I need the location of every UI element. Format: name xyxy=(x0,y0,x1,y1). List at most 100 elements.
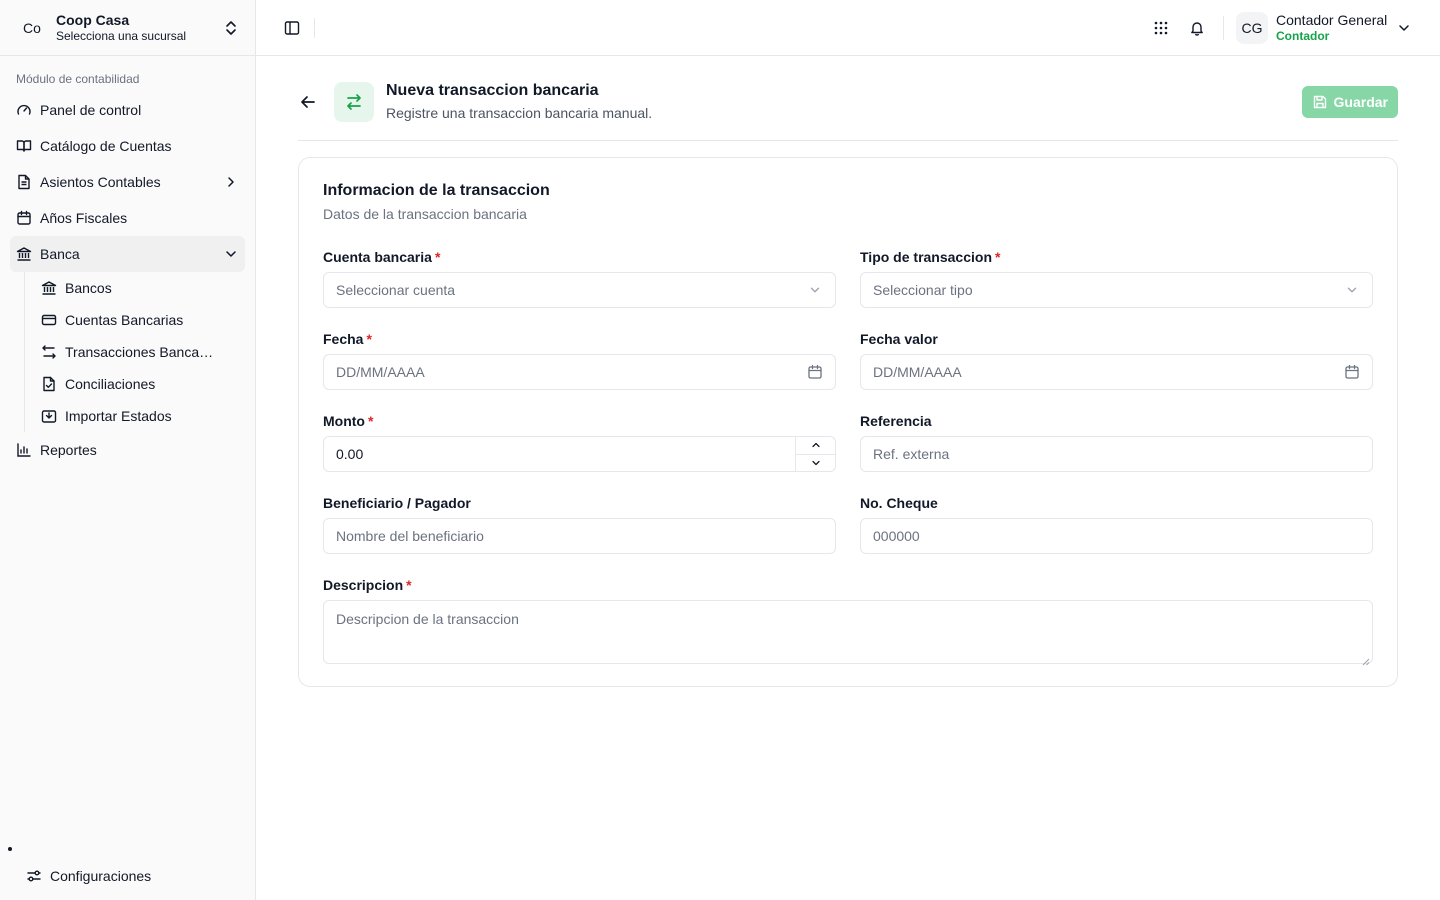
transaction-info-card: Informacion de la transaccion Datos de l… xyxy=(298,157,1398,687)
document-icon xyxy=(16,174,32,190)
sidebar-item-label: Importar Estados xyxy=(65,408,172,424)
required-mark: * xyxy=(366,331,372,347)
input-placeholder: DD/MM/AAAA xyxy=(873,364,962,380)
chevron-down-icon[interactable] xyxy=(796,455,835,472)
tipo-transaccion-select[interactable]: Seleccionar tipo xyxy=(860,272,1373,308)
required-mark: * xyxy=(406,577,412,593)
page-title: Nueva transaccion bancaria xyxy=(386,82,599,99)
field-label: Fecha valor xyxy=(860,331,938,347)
arrow-left-icon[interactable] xyxy=(298,92,318,112)
bank-icon xyxy=(41,280,57,296)
chevron-down-icon xyxy=(223,246,239,262)
sidebar-item-conciliaciones[interactable]: Conciliaciones xyxy=(35,368,245,400)
section-label: Módulo de contabilidad xyxy=(16,72,140,86)
sidebar-item-label: Catálogo de Cuentas xyxy=(40,138,172,154)
brand-logo: Co xyxy=(23,19,41,36)
chevron-down-icon xyxy=(1344,282,1360,298)
brand-subtitle: Selecciona una sucursal xyxy=(56,28,187,43)
sidebar-toggle-icon[interactable] xyxy=(278,14,306,42)
bar-chart-icon xyxy=(16,442,32,458)
user-menu[interactable]: CG Contador General Contador xyxy=(1236,11,1412,44)
sidebar-item-panel[interactable]: Panel de control xyxy=(10,92,245,128)
field-beneficiario: Beneficiario / Pagador Nombre del benefi… xyxy=(323,494,836,554)
save-icon xyxy=(1312,94,1328,110)
field-referencia: Referencia Ref. externa xyxy=(860,412,1373,472)
field-label: Tipo de transaccion xyxy=(860,249,992,265)
field-fecha-valor: Fecha valor DD/MM/AAAA xyxy=(860,330,1373,390)
resize-handle-icon[interactable] xyxy=(1362,653,1370,666)
fecha-valor-input[interactable]: DD/MM/AAAA xyxy=(860,354,1373,390)
sidebar-item-label: Cuentas Bancarias xyxy=(65,312,184,328)
sidebar-item-importar-estados[interactable]: Importar Estados xyxy=(35,400,245,432)
bank-icon xyxy=(16,246,32,262)
input-placeholder: Ref. externa xyxy=(873,446,950,462)
calendar-icon[interactable] xyxy=(807,364,823,380)
arrows-swap-icon xyxy=(41,344,57,360)
chevron-up-icon[interactable] xyxy=(796,437,835,455)
select-placeholder: Seleccionar cuenta xyxy=(336,282,456,298)
settings-sliders-icon xyxy=(26,868,42,884)
input-placeholder: Nombre del beneficiario xyxy=(336,528,484,544)
chevron-down-icon xyxy=(1396,20,1412,36)
save-button[interactable]: Guardar xyxy=(1301,86,1398,118)
sidebar-item-bancos[interactable]: Bancos xyxy=(35,272,245,304)
fecha-input[interactable]: DD/MM/AAAA xyxy=(323,354,836,390)
page-subtitle: Registre una transaccion bancaria manual… xyxy=(386,105,653,121)
branch-switcher[interactable]: Co Coop Casa Selecciona una sucursal xyxy=(0,0,255,56)
banca-submenu: Bancos Cuentas Bancarias Transacciones B… xyxy=(24,272,245,432)
sidebar-item-anos-fiscales[interactable]: Años Fiscales xyxy=(10,200,245,236)
topbar-divider xyxy=(314,17,315,38)
credit-card-icon xyxy=(41,312,57,328)
sidebar-item-catalogo[interactable]: Catálogo de Cuentas xyxy=(10,128,245,164)
import-icon xyxy=(41,408,57,424)
sidebar-item-label: Asientos Contables xyxy=(40,174,161,190)
required-mark: * xyxy=(434,249,441,265)
field-label: Cuenta bancaria xyxy=(323,249,432,265)
sidebar-item-label: Panel de control xyxy=(40,102,142,118)
no-cheque-input[interactable]: 000000 xyxy=(860,518,1373,554)
field-label: Beneficiario / Pagador xyxy=(323,495,471,511)
chevron-down-icon xyxy=(807,282,823,298)
gauge-icon xyxy=(16,102,32,118)
user-role: Contador xyxy=(1276,29,1330,43)
sidebar-item-asientos[interactable]: Asientos Contables xyxy=(10,164,245,200)
apps-grid-icon[interactable] xyxy=(1147,14,1175,42)
calendar-icon xyxy=(16,210,32,226)
sidebar-item-label: Reportes xyxy=(40,442,97,458)
required-mark: * xyxy=(995,249,1001,265)
sidebar-item-label: Bancos xyxy=(65,280,112,296)
descripcion-textarea[interactable]: Descripcion de la transaccion xyxy=(323,600,1373,666)
sidebar-item-cuentas-bancarias[interactable]: Cuentas Bancarias xyxy=(35,304,245,336)
card-subtitle: Datos de la transaccion bancaria xyxy=(323,206,527,222)
field-no-cheque: No. Cheque 000000 xyxy=(860,494,1373,554)
avatar: CG xyxy=(1236,11,1268,44)
field-label: Monto xyxy=(323,413,365,429)
input-placeholder: DD/MM/AAAA xyxy=(336,364,425,380)
sidebar-item-configuraciones[interactable]: Configuraciones xyxy=(20,858,256,894)
sidebar-item-label: Configuraciones xyxy=(50,868,152,884)
field-monto: Monto * 0.00 xyxy=(323,412,836,472)
sidebar-item-reportes[interactable]: Reportes xyxy=(10,432,245,468)
required-mark: * xyxy=(367,413,374,429)
referencia-input[interactable]: Ref. externa xyxy=(860,436,1373,472)
topbar-divider xyxy=(1223,15,1224,40)
input-placeholder: 000000 xyxy=(873,528,920,544)
field-label: No. Cheque xyxy=(860,495,938,511)
cuenta-bancaria-select[interactable]: Seleccionar cuenta xyxy=(323,272,836,308)
field-descripcion: Descripcion * Descripcion de la transacci… xyxy=(323,576,1373,666)
field-fecha: Fecha * DD/MM/AAAA xyxy=(323,330,836,390)
field-label: Fecha xyxy=(323,331,364,347)
sidebar: Co Coop Casa Selecciona una sucursal Mód… xyxy=(0,0,256,900)
sidebar-item-transacciones[interactable]: Transacciones Bancarias xyxy=(35,336,245,368)
calendar-icon[interactable] xyxy=(1344,364,1360,380)
chevron-right-icon xyxy=(223,174,239,190)
chevrons-up-down-icon[interactable] xyxy=(221,18,241,38)
sidebar-item-banca[interactable]: Banca xyxy=(10,236,245,272)
sidebar-item-label: Transacciones Bancarias xyxy=(65,344,215,360)
bell-icon[interactable] xyxy=(1183,14,1211,42)
beneficiario-input[interactable]: Nombre del beneficiario xyxy=(323,518,836,554)
sidebar-item-label: Años Fiscales xyxy=(40,210,128,226)
monto-input[interactable]: 0.00 xyxy=(323,436,836,472)
user-name: Contador General xyxy=(1276,12,1388,28)
field-label: Descripcion xyxy=(323,577,404,593)
